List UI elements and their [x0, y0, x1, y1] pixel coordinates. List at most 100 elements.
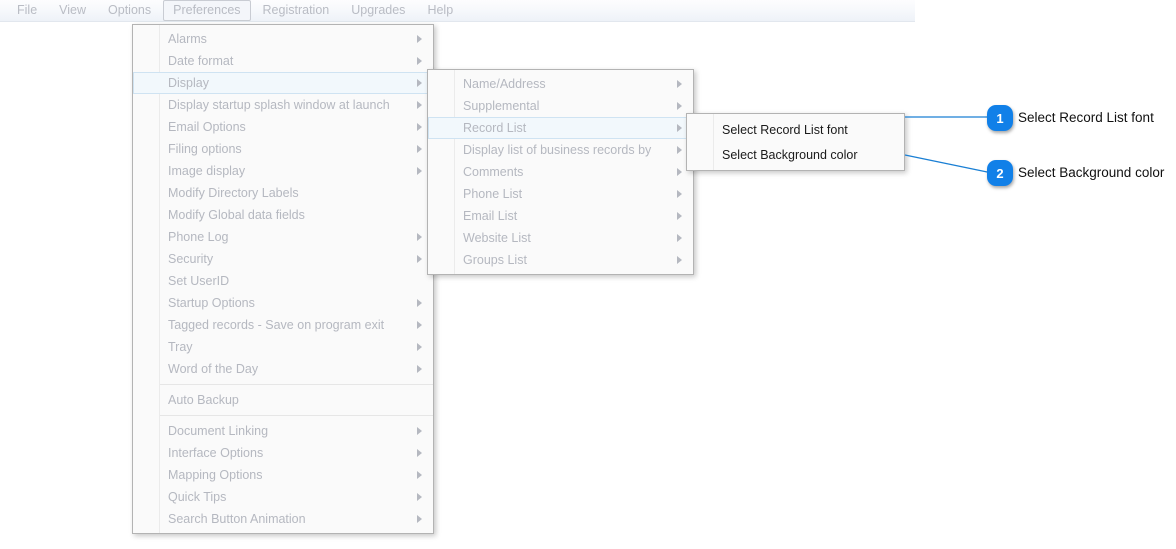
menu-item-label: Phone Log: [168, 230, 229, 244]
menu-item-label: Display startup splash window at launch: [168, 98, 390, 112]
menubar-item-preferences[interactable]: Preferences: [163, 0, 251, 21]
menu-item-label: Email List: [463, 209, 518, 223]
menu-item-modify-global-data-fields[interactable]: Modify Global data fields: [133, 204, 433, 226]
menu-item-label: Filing options: [168, 142, 242, 156]
callout-label-2: Select Background color: [1018, 165, 1165, 180]
menu-item-label: Groups List: [463, 253, 527, 267]
menu-item-label: Website List: [463, 231, 531, 245]
submenu-arrow-icon: [417, 365, 422, 373]
submenu-arrow-icon: [677, 146, 682, 154]
submenu-arrow-icon: [417, 123, 422, 131]
menu-item-label: Name/Address: [463, 77, 546, 91]
menu-item-label: Display: [168, 76, 209, 90]
menu-item-display[interactable]: Display: [133, 72, 433, 94]
preferences-dropdown-menu: Alarms Date format Display Display startup …: [132, 24, 434, 534]
menu-item-label: Word of the Day: [168, 362, 259, 376]
menubar-item-help[interactable]: Help: [417, 0, 463, 21]
menubar-item-view[interactable]: View: [49, 0, 96, 21]
submenu-arrow-icon: [417, 427, 422, 435]
submenu-arrow-icon: [417, 471, 422, 479]
submenu-arrow-icon: [417, 299, 422, 307]
menu-item-label: Record List: [463, 121, 527, 135]
menu-item-display-startup-splash-window-at-launch[interactable]: Display startup splash window at launch: [133, 94, 433, 116]
submenu-arrow-icon: [417, 79, 422, 87]
menu-item-label: Security: [168, 252, 214, 266]
menu-item-image-display[interactable]: Image display: [133, 160, 433, 182]
menu-item-tagged-records-save-on-program-exit[interactable]: Tagged records - Save on program exit: [133, 314, 433, 336]
submenu-arrow-icon: [417, 343, 422, 351]
submenu-arrow-icon: [677, 168, 682, 176]
menu-item-date-format[interactable]: Date format: [133, 50, 433, 72]
menu-item-label: Search Button Animation: [168, 512, 306, 526]
submenu-arrow-icon: [417, 167, 422, 175]
menu-item-quick-tips[interactable]: Quick Tips: [133, 486, 433, 508]
menu-item-supplemental[interactable]: Supplemental: [428, 95, 693, 117]
menu-item-label: Tagged records - Save on program exit: [168, 318, 385, 332]
menu-item-phone-log[interactable]: Phone Log: [133, 226, 433, 248]
menu-item-label: Phone List: [463, 187, 523, 201]
menu-item-label: Image display: [168, 164, 246, 178]
menu-separator: [159, 384, 433, 385]
submenu-arrow-icon: [677, 212, 682, 220]
menu-item-search-button-animation[interactable]: Search Button Animation: [133, 508, 433, 530]
menu-item-startup-options[interactable]: Startup Options: [133, 292, 433, 314]
menu-item-filing-options[interactable]: Filing options: [133, 138, 433, 160]
menu-item-label: Document Linking: [168, 424, 269, 438]
menu-item-select-background-color[interactable]: Select Background color: [687, 142, 904, 167]
menu-item-record-list[interactable]: Record List: [428, 117, 693, 139]
menu-item-website-list[interactable]: Website List: [428, 227, 693, 249]
submenu-arrow-icon: [417, 145, 422, 153]
menu-item-label: Select Record List font: [722, 122, 848, 137]
connector-line-2: [904, 154, 993, 174]
menubar-item-file[interactable]: File: [7, 0, 47, 21]
menu-item-label: Mapping Options: [168, 468, 263, 482]
menubar-item-upgrades[interactable]: Upgrades: [341, 0, 415, 21]
menu-item-label: Select Background color: [722, 147, 858, 162]
submenu-arrow-icon: [677, 124, 682, 132]
menu-item-tray[interactable]: Tray: [133, 336, 433, 358]
menubar-item-options[interactable]: Options: [98, 0, 161, 21]
submenu-arrow-icon: [417, 57, 422, 65]
menu-item-comments[interactable]: Comments: [428, 161, 693, 183]
submenu-arrow-icon: [417, 255, 422, 263]
menu-bar: File View Options Preferences Registration Up…: [0, 0, 915, 22]
menu-item-mapping-options[interactable]: Mapping Options: [133, 464, 433, 486]
display-submenu: Name/Address Supplemental Record List Displ…: [427, 69, 694, 275]
menu-separator: [159, 415, 433, 416]
menu-item-label: Date format: [168, 54, 234, 68]
menu-item-phone-list[interactable]: Phone List: [428, 183, 693, 205]
submenu-arrow-icon: [417, 101, 422, 109]
menu-item-security[interactable]: Security: [133, 248, 433, 270]
menu-item-label: Modify Directory Labels: [168, 186, 299, 200]
menu-item-label: Quick Tips: [168, 490, 227, 504]
menu-item-alarms[interactable]: Alarms: [133, 28, 433, 50]
submenu-arrow-icon: [677, 102, 682, 110]
menu-item-name-address[interactable]: Name/Address: [428, 73, 693, 95]
submenu-arrow-icon: [417, 449, 422, 457]
menu-item-display-list-of-business-records-by[interactable]: Display list of business records by: [428, 139, 693, 161]
menu-item-label: Supplemental: [463, 99, 540, 113]
submenu-arrow-icon: [677, 256, 682, 264]
menu-item-email-list[interactable]: Email List: [428, 205, 693, 227]
menu-item-set-userid[interactable]: Set UserID: [133, 270, 433, 292]
menu-item-modify-directory-labels[interactable]: Modify Directory Labels: [133, 182, 433, 204]
submenu-arrow-icon: [417, 493, 422, 501]
menu-item-groups-list[interactable]: Groups List: [428, 249, 693, 271]
menu-item-document-linking[interactable]: Document Linking: [133, 420, 433, 442]
menu-item-word-of-the-day[interactable]: Word of the Day: [133, 358, 433, 380]
callout-badge-2: 2: [987, 160, 1013, 186]
submenu-arrow-icon: [417, 233, 422, 241]
menu-item-label: Interface Options: [168, 446, 264, 460]
menubar-item-registration[interactable]: Registration: [253, 0, 340, 21]
menu-item-label: Startup Options: [168, 296, 255, 310]
menu-item-auto-backup[interactable]: Auto Backup: [133, 389, 433, 411]
menu-item-email-options[interactable]: Email Options: [133, 116, 433, 138]
menu-item-select-record-list-font[interactable]: Select Record List font: [687, 117, 904, 142]
callout-badge-1: 1: [987, 105, 1013, 131]
menu-item-label: Auto Backup: [168, 393, 239, 407]
submenu-arrow-icon: [677, 234, 682, 242]
submenu-arrow-icon: [417, 35, 422, 43]
menu-item-label: Email Options: [168, 120, 246, 134]
menu-item-interface-options[interactable]: Interface Options: [133, 442, 433, 464]
menu-item-label: Display list of business records by: [463, 143, 652, 157]
